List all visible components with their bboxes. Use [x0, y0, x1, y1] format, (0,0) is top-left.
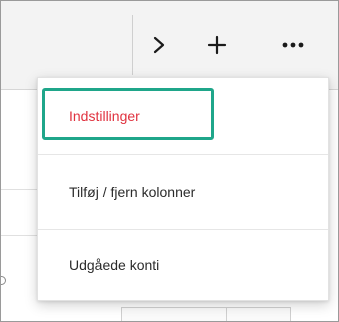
- next-button[interactable]: [137, 23, 181, 67]
- menu-item-udgaaede-konti[interactable]: Udgåede konti: [38, 230, 328, 300]
- toolbar-divider: [132, 15, 133, 75]
- chevron-right-icon: [153, 36, 165, 54]
- menu-item-label: Udgåede konti: [69, 257, 160, 273]
- background-radio-icon: [1, 276, 6, 285]
- background-row-divider: [1, 189, 37, 190]
- menu-item-indstillinger[interactable]: Indstillinger: [38, 78, 328, 154]
- app-frame: Indstillinger Tilføj / fjern kolonner Ud…: [0, 0, 339, 322]
- menu-item-label: Indstillinger: [69, 108, 140, 124]
- more-horizontal-icon: [282, 42, 304, 48]
- add-button[interactable]: [195, 23, 239, 67]
- menu-item-tilfoej-fjern-kolonner[interactable]: Tilføj / fjern kolonner: [38, 155, 328, 229]
- plus-icon: [207, 35, 227, 55]
- background-input-box: [121, 307, 291, 321]
- menu-item-label: Tilføj / fjern kolonner: [69, 184, 196, 200]
- options-dropdown-menu: Indstillinger Tilføj / fjern kolonner Ud…: [37, 77, 329, 301]
- more-options-button[interactable]: [271, 23, 315, 67]
- background-row-divider: [1, 235, 37, 236]
